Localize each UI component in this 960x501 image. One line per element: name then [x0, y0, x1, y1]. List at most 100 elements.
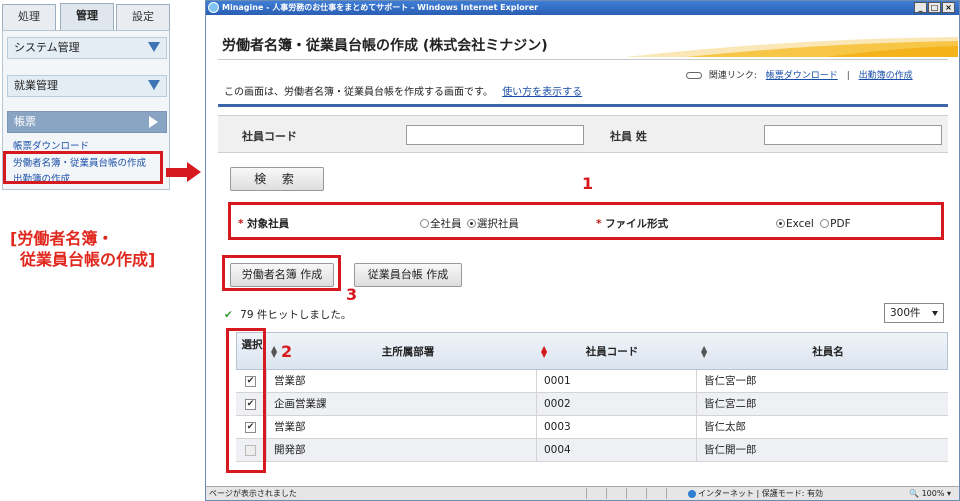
radio-excel[interactable]: [776, 218, 785, 228]
globe-icon: [688, 489, 696, 498]
radio-pdf[interactable]: [820, 218, 830, 228]
security-zone: インターネット | 保護モード: 有効: [688, 487, 823, 500]
nav-section-forms[interactable]: 帳票: [7, 111, 167, 133]
cell-employee-code: 0002: [544, 398, 571, 410]
format-label: ファイル形式: [605, 218, 669, 230]
table-row: ✔ 営業部 0001 皆仁宮一郎: [236, 370, 948, 393]
nav-section-work[interactable]: 就業管理: [7, 75, 167, 97]
column-divider: [266, 393, 267, 416]
radio-all-employees[interactable]: [420, 218, 429, 228]
side-menu: 処理 管理 設定 システム管理 就業管理 帳票 帳票ダウンロード 労働者名簿・従…: [0, 0, 174, 190]
cell-employee-name: 皆仁開一郎: [704, 444, 757, 456]
annotation-number: 3: [346, 285, 358, 304]
format-radio-group: Excel PDF: [776, 211, 851, 237]
search-button[interactable]: 検 索: [230, 167, 324, 191]
related-link-form-download[interactable]: 帳票ダウンロード: [766, 71, 838, 81]
column-divider: [536, 370, 537, 393]
zoom-value: 100%: [921, 489, 945, 498]
row-checkbox[interactable]: ✔: [245, 376, 256, 387]
output-options: * 対象社員 全社員 選択社員 * ファイル形式 Excel PDF: [230, 207, 948, 241]
column-divider: [696, 439, 697, 462]
cell-department: 企画営業課: [274, 398, 327, 410]
table-row: 開発部 0004 皆仁開一郎: [236, 439, 948, 462]
last-name-input[interactable]: [764, 125, 942, 145]
title-divider: [218, 59, 948, 60]
target-radio-group: 全社員 選択社員: [420, 211, 519, 237]
dropdown-arrow-icon: [932, 311, 938, 316]
browser-window: Minagine - 人事労務のお仕事をまとめてサポート - Windows I…: [205, 0, 960, 501]
header-select[interactable]: 選択: [237, 333, 267, 371]
page-description: この画面は、労働者名簿・従業員台帳を作成する画面です。 使い方を表示する: [224, 83, 582, 98]
cell-employee-code: 0003: [544, 421, 571, 433]
annotation-caption: [労働者名簿・ 従業員台帳の作成]: [10, 228, 200, 270]
header-employee-code[interactable]: 社員コード: [537, 333, 687, 371]
status-segment: [646, 488, 660, 499]
window-controls: _ □ ×: [914, 2, 955, 14]
column-divider: [696, 393, 697, 416]
column-divider: [536, 439, 537, 462]
maximize-button[interactable]: □: [928, 2, 941, 13]
minimize-button[interactable]: _: [914, 2, 927, 13]
employee-code-input[interactable]: [406, 125, 584, 145]
target-label-cell: * 対象社員: [238, 211, 289, 237]
tab-manage[interactable]: 管理: [60, 3, 114, 31]
description-text: この画面は、労働者名簿・従業員台帳を作成する画面です。: [224, 87, 493, 98]
screenshot-root: 処理 管理 設定 システム管理 就業管理 帳票 帳票ダウンロード 労働者名簿・従…: [0, 0, 960, 501]
row-checkbox[interactable]: ✔: [245, 422, 256, 433]
column-divider: [266, 439, 267, 462]
header-department[interactable]: 主所属部署: [277, 333, 539, 371]
zone-text: インターネット | 保護モード: 有効: [698, 489, 824, 498]
annotation-number: 2: [281, 342, 293, 361]
cell-employee-name: 皆仁太郎: [704, 421, 746, 433]
column-divider: [266, 416, 267, 439]
page-title: 労働者名簿・従業員台帳の作成 (株式会社ミナジン): [222, 38, 548, 54]
column-divider: [266, 370, 267, 393]
cell-employee-name: 皆仁宮一郎: [704, 375, 757, 387]
table-row: ✔ 営業部 0003 皆仁太郎: [236, 416, 948, 439]
row-checkbox[interactable]: ✔: [245, 399, 256, 410]
radio-label: 全社員: [430, 218, 462, 230]
header-swoosh-decoration: [626, 37, 958, 57]
cell-department: 開発部: [274, 444, 306, 456]
cell-employee-code: 0004: [544, 444, 571, 456]
target-label: 対象社員: [247, 218, 290, 230]
tab-settings[interactable]: 設定: [116, 4, 170, 30]
related-link-attendance-book[interactable]: 出勤簿の作成: [859, 71, 913, 81]
per-page-value: 300件: [890, 307, 921, 319]
radio-label: PDF: [830, 218, 851, 230]
cell-department: 営業部: [274, 421, 306, 433]
create-roster-button[interactable]: 労働者名簿 作成: [230, 263, 334, 287]
annotation-number: 1: [582, 174, 594, 193]
close-button[interactable]: ×: [942, 2, 955, 13]
menu-tabs: 処理 管理 設定: [0, 3, 172, 31]
row-checkbox[interactable]: [245, 445, 256, 456]
nav-link-form-download[interactable]: 帳票ダウンロード: [13, 138, 89, 152]
create-ledger-button[interactable]: 従業員台帳 作成: [354, 263, 462, 287]
per-page-select[interactable]: 300件: [884, 303, 944, 323]
required-mark: *: [238, 218, 244, 230]
hit-count-text: 79 件ヒットしました。: [240, 309, 352, 321]
status-segment: [586, 488, 600, 499]
radio-selected-employees[interactable]: [466, 218, 476, 228]
required-mark: *: [596, 218, 602, 230]
table-row: ✔ 企画営業課 0002 皆仁宮二郎: [236, 393, 948, 416]
column-divider: [696, 370, 697, 393]
section-divider: [218, 104, 948, 107]
status-segment: [606, 488, 620, 499]
nav-section-label: 帳票: [14, 115, 36, 128]
title-bar: Minagine - 人事労務のお仕事をまとめてサポート - Windows I…: [206, 1, 959, 15]
status-text: ページが表示されました: [209, 489, 297, 498]
show-usage-link[interactable]: 使い方を表示する: [502, 87, 582, 98]
collapse-arrow-icon: [149, 116, 158, 128]
search-form: 社員コード 社員 姓: [218, 115, 948, 153]
expand-arrow-icon: [148, 42, 160, 52]
window-title: Minagine - 人事労務のお仕事をまとめてサポート - Windows I…: [222, 3, 539, 12]
nav-section-system[interactable]: システム管理: [7, 37, 167, 59]
tab-process[interactable]: 処理: [2, 4, 56, 30]
header-employee-name[interactable]: 社員名: [707, 333, 949, 371]
annotation-arrow: [166, 168, 188, 177]
expand-arrow-icon: [148, 80, 160, 90]
zoom-control[interactable]: 🔍 100% ▾: [909, 487, 951, 500]
cell-employee-code: 0001: [544, 375, 571, 387]
status-segment: [626, 488, 640, 499]
